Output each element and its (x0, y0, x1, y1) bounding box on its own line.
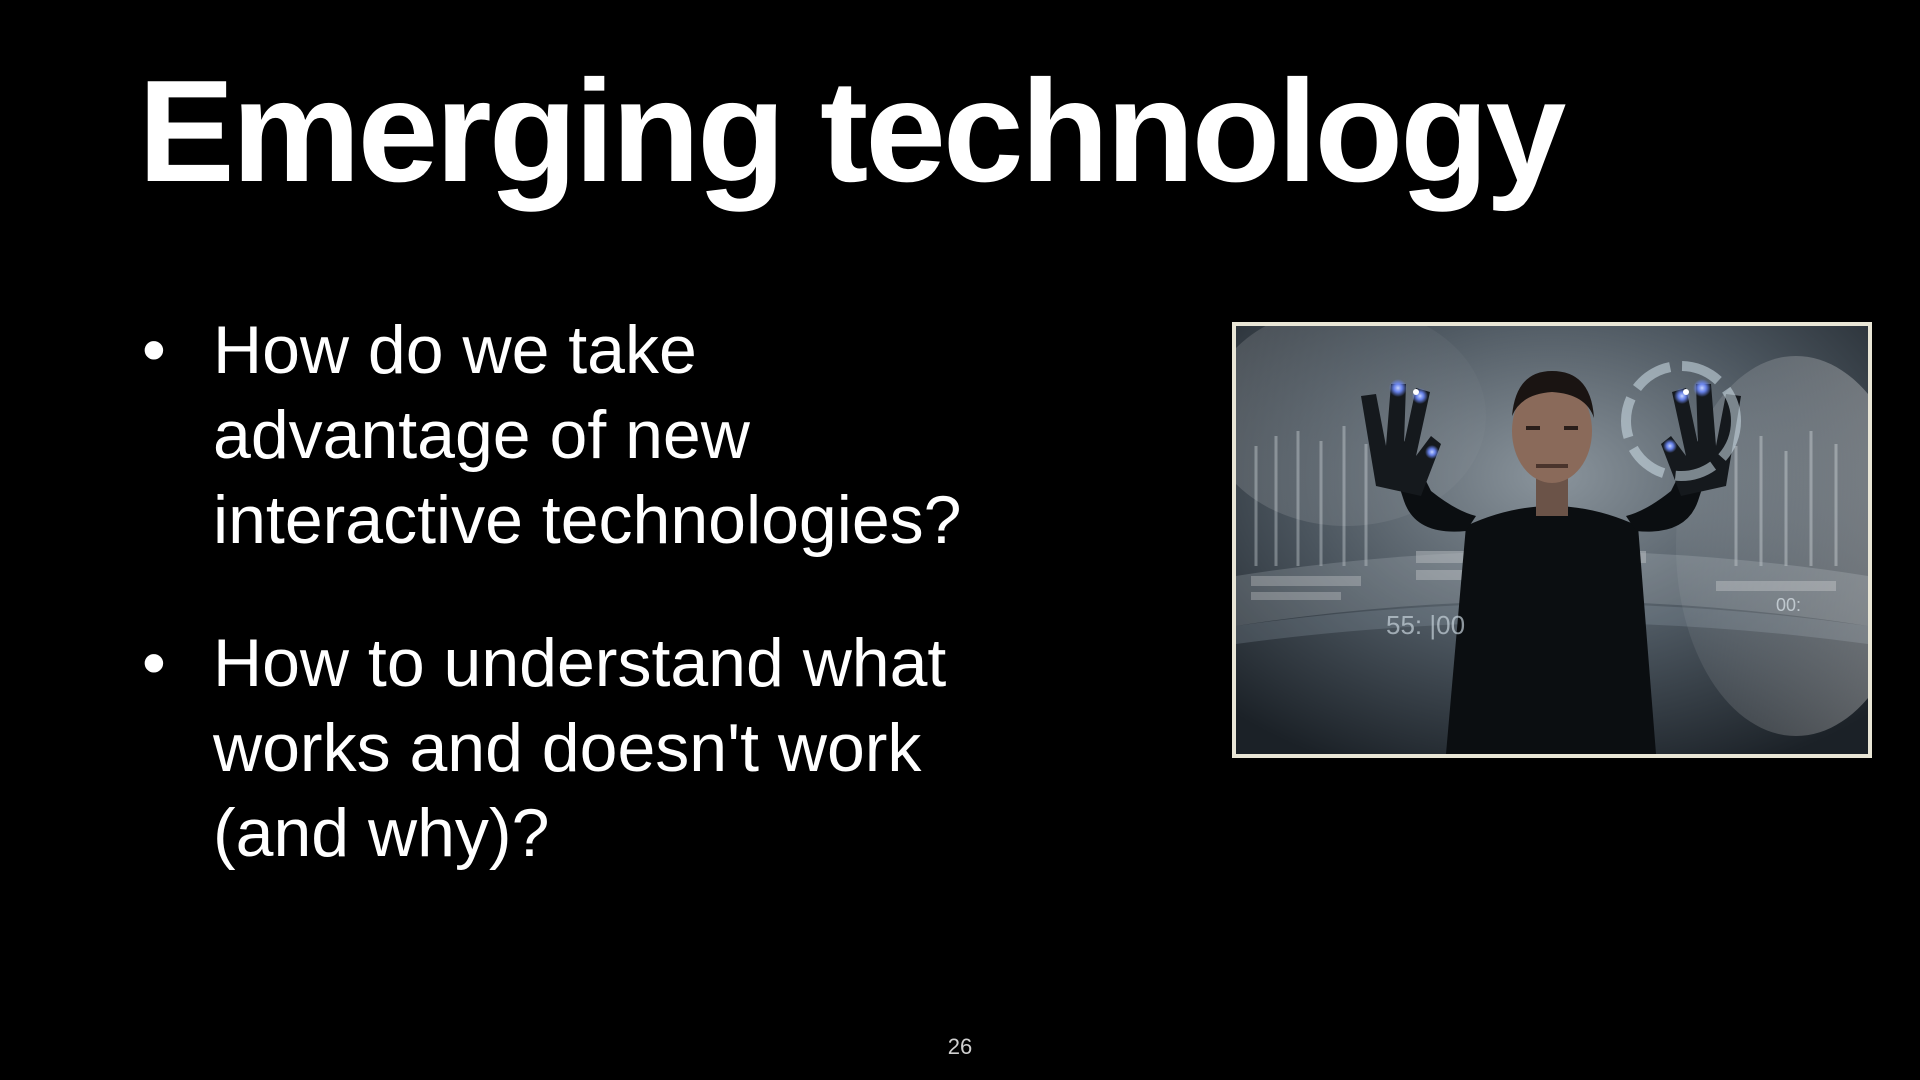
bullet-item: • How to understand what works and doesn… (138, 621, 1058, 876)
page-number: 26 (947, 1034, 973, 1059)
bullet-marker: • (142, 625, 166, 701)
bullet-text: How to understand what works and doesn't… (213, 625, 947, 871)
bullet-marker: • (142, 312, 166, 388)
slide: Emerging technology • How do we take adv… (0, 0, 1920, 1080)
photo-illustration: 55: |00 00: (1236, 326, 1868, 754)
bullet-list: • How do we take advantage of new intera… (138, 308, 1058, 934)
slide-title: Emerging technology (138, 50, 1566, 212)
bullet-text: How do we take advantage of new interact… (213, 312, 962, 558)
bullet-item: • How do we take advantage of new intera… (138, 308, 1058, 563)
display-readout-right: 00: (1776, 595, 1801, 615)
slide-photo: 55: |00 00: (1232, 322, 1872, 758)
display-readout-left: 55: |00 (1386, 610, 1465, 640)
